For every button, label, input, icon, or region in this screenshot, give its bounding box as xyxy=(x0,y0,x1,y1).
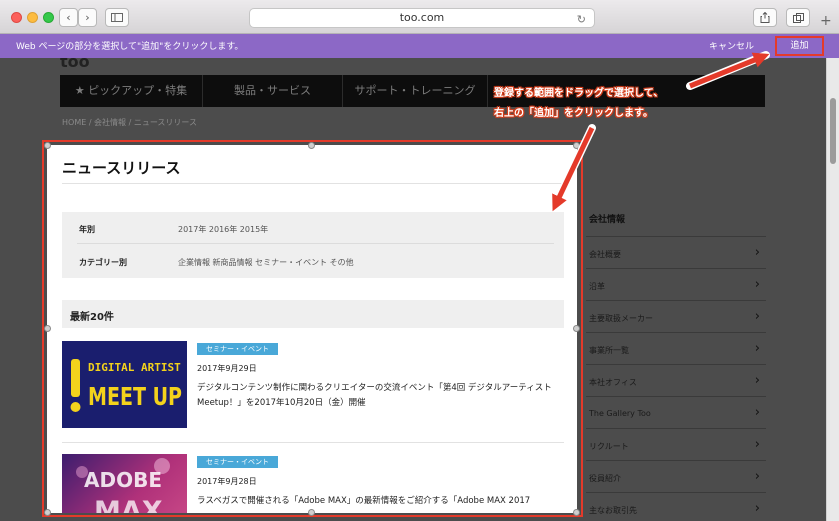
sidebar-item-label: 主要取扱メーカー xyxy=(589,314,653,323)
sidebar-item[interactable]: 事業所一覧 › xyxy=(586,332,766,364)
forward-icon: › xyxy=(85,11,90,24)
forward-button[interactable]: › xyxy=(78,8,97,27)
resize-handle-top-right[interactable] xyxy=(573,142,580,149)
sidebar-item[interactable]: 主なお取引先 › xyxy=(586,492,766,521)
chevron-right-icon: › xyxy=(754,405,760,420)
sidebar-button[interactable] xyxy=(105,8,129,27)
chevron-right-icon: › xyxy=(754,309,760,324)
resize-handle-bottom-right[interactable] xyxy=(573,509,580,516)
chevron-right-icon: › xyxy=(754,437,760,452)
sidebar-item[interactable]: リクルート › xyxy=(586,428,766,460)
sidebar-item-label: 本社オフィス xyxy=(589,378,637,387)
chevron-right-icon: › xyxy=(754,245,760,260)
add-button[interactable]: 追加 xyxy=(775,36,824,56)
resize-handle-left[interactable] xyxy=(44,325,51,332)
cancel-button[interactable]: キャンセル xyxy=(709,39,754,52)
new-tab-icon[interactable]: + xyxy=(820,13,832,29)
nav-item-support[interactable]: サポート・トレーニング xyxy=(343,75,488,107)
scrollbar-thumb[interactable] xyxy=(830,98,836,164)
web-clip-bar: Web ページの部分を選択して"追加"をクリックします。 キャンセル xyxy=(0,34,839,58)
sidebar-title: 会社情報 xyxy=(589,215,626,225)
clip-instruction: Web ページの部分を選択して"追加"をクリックします。 xyxy=(16,42,244,52)
sidebar-item[interactable]: 主要取扱メーカー › xyxy=(586,300,766,332)
sidebar-item-label: 沿革 xyxy=(589,282,605,291)
sidebar-icon xyxy=(111,13,123,22)
tabs-icon xyxy=(792,12,804,23)
sidebar-item-label: 会社概要 xyxy=(589,250,621,259)
back-icon: ‹ xyxy=(66,11,71,24)
share-icon xyxy=(760,12,770,23)
sidebar-item[interactable]: 沿革 › xyxy=(586,268,766,300)
sidebar-item[interactable]: 会社概要 › xyxy=(586,236,766,268)
annotation-line2: 右上の「追加」をクリックします。 xyxy=(494,108,653,119)
zoom-window-button[interactable] xyxy=(43,12,54,23)
selection-outline xyxy=(42,140,583,517)
back-button[interactable]: ‹ xyxy=(59,8,78,27)
chevron-right-icon: › xyxy=(754,469,760,484)
resize-handle-top-left[interactable] xyxy=(44,142,51,149)
resize-handle-right[interactable] xyxy=(573,325,580,332)
chevron-right-icon: › xyxy=(754,277,760,292)
address-bar[interactable]: too.com ↻ xyxy=(249,8,595,28)
chevron-right-icon: › xyxy=(754,373,760,388)
minimize-window-button[interactable] xyxy=(27,12,38,23)
annotation-line1: 登録する範囲をドラッグで選択して、 xyxy=(494,88,664,99)
nav-item-pickup[interactable]: ★ ピックアップ・特集 xyxy=(60,75,203,107)
sidebar-item[interactable]: 役員紹介 › xyxy=(586,460,766,492)
breadcrumb: HOME / 会社情報 / ニュースリリース xyxy=(62,118,198,127)
share-button[interactable] xyxy=(753,8,777,27)
close-window-button[interactable] xyxy=(11,12,22,23)
sidebar-item-label: 主なお取引先 xyxy=(589,506,637,515)
annotation-callout: 登録する範囲をドラッグで選択して、 右上の「追加」をクリックします。 xyxy=(494,84,724,124)
sidebar-item[interactable]: 本社オフィス › xyxy=(586,364,766,396)
address-url: too.com xyxy=(399,11,445,24)
sidebar-item-label: The Gallery Too xyxy=(589,409,651,418)
chevron-right-icon: › xyxy=(754,341,760,356)
sidebar-item-label: リクルート xyxy=(589,442,629,451)
sidebar-item-label: 事業所一覧 xyxy=(589,346,629,355)
resize-handle-bottom[interactable] xyxy=(308,509,315,516)
browser-toolbar: ‹ › too.com ↻ + xyxy=(0,0,839,34)
page-scrollbar[interactable] xyxy=(826,58,839,521)
resize-handle-bottom-left[interactable] xyxy=(44,509,51,516)
reload-icon[interactable]: ↻ xyxy=(577,11,586,29)
sidebar-item-label: 役員紹介 xyxy=(589,474,621,483)
resize-handle-top[interactable] xyxy=(308,142,315,149)
tabs-button[interactable] xyxy=(786,8,810,27)
chevron-right-icon: › xyxy=(754,501,760,516)
nav-item-products[interactable]: 製品・サービス xyxy=(203,75,343,107)
site-logo: too xyxy=(60,58,90,71)
sidebar-item[interactable]: The Gallery Too › xyxy=(586,396,766,428)
